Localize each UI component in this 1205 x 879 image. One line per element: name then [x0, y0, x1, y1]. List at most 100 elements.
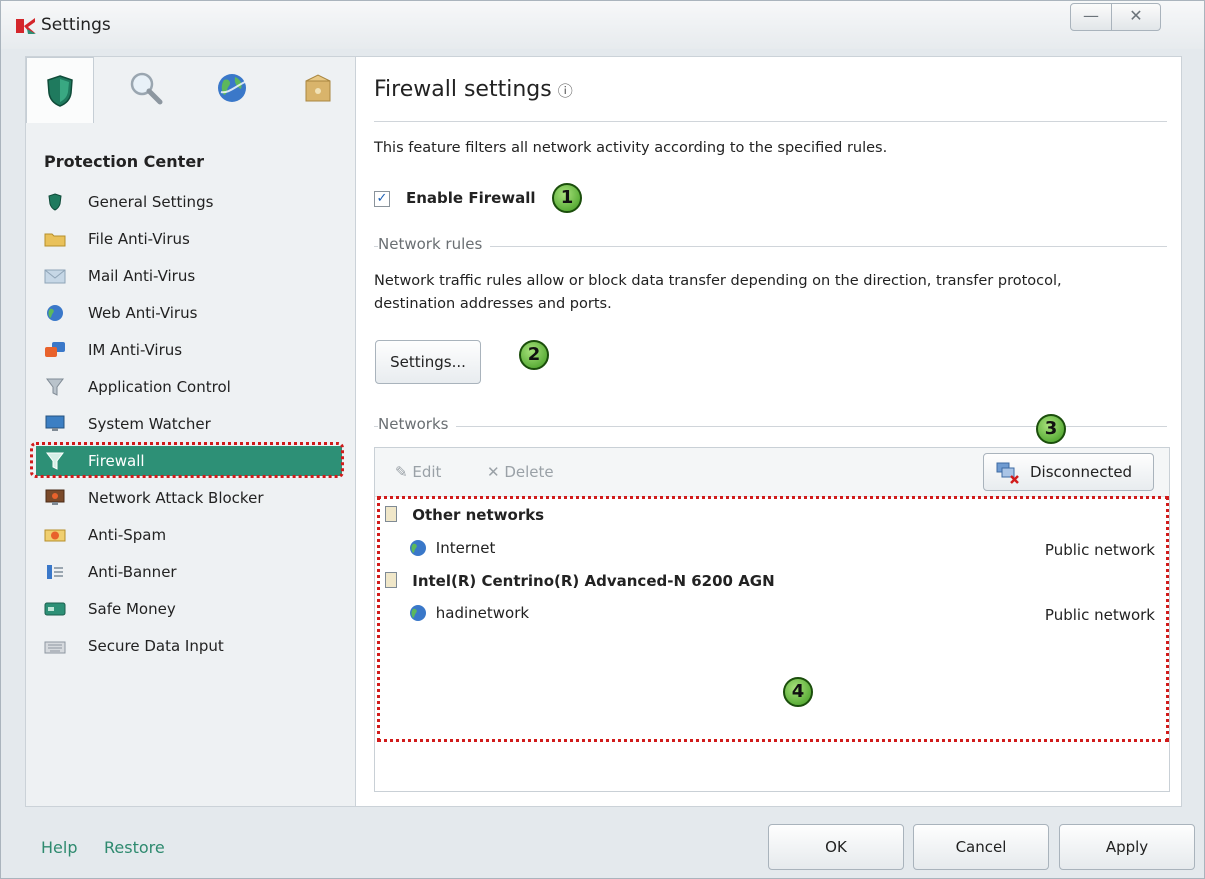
magnifier-icon [130, 72, 163, 105]
sidebar-item-label: Firewall [88, 452, 145, 470]
network-row[interactable]: hadinetwork Public network [385, 604, 1155, 632]
sidebar-item-label: Safe Money [88, 600, 176, 618]
card-icon [44, 602, 66, 616]
sidebar-item-im-anti-virus[interactable]: IM Anti-Virus [36, 335, 342, 365]
sidebar-item-label: IM Anti-Virus [88, 341, 183, 359]
globe-icon [409, 539, 431, 561]
sidebar-item-general-settings[interactable]: General Settings [36, 187, 342, 217]
networks-panel: ✎ Edit ✕ Delete Disconnected Other netwo… [374, 447, 1170, 792]
page-title-text: Firewall settings [374, 77, 552, 102]
minimize-button[interactable]: — [1070, 3, 1112, 31]
cancel-button[interactable]: Cancel [913, 824, 1049, 870]
sidebar: Protection Center General Settings File … [25, 56, 355, 807]
tab-advanced[interactable] [284, 57, 352, 119]
apply-button[interactable]: Apply [1059, 824, 1195, 870]
sidebar-item-label: Application Control [88, 378, 231, 396]
network-rules-settings-button[interactable]: Settings... [375, 340, 481, 384]
funnel-icon [46, 378, 64, 396]
globe-icon [409, 604, 431, 626]
sidebar-item-label: Anti-Spam [88, 526, 167, 544]
kaspersky-logo-icon [16, 18, 36, 34]
close-button[interactable]: ✕ [1111, 3, 1161, 31]
enable-firewall-label[interactable]: Enable Firewall [406, 189, 536, 207]
sidebar-item-network-attack-blocker[interactable]: Network Attack Blocker [36, 483, 342, 513]
sidebar-item-label: Web Anti-Virus [88, 304, 198, 322]
category-tabs [26, 57, 356, 123]
disconnected-button[interactable]: Disconnected [983, 453, 1154, 491]
edit-button[interactable]: ✎ Edit [395, 463, 441, 481]
sidebar-item-firewall[interactable]: Firewall [30, 442, 344, 478]
network-adapter-icon [385, 506, 397, 522]
pencil-icon: ✎ [395, 463, 408, 481]
callout-badge-2: 2 [519, 340, 549, 370]
title-bar: Settings — ✕ [1, 1, 1204, 49]
delete-button[interactable]: ✕ Delete [487, 463, 554, 481]
sidebar-item-file-anti-virus[interactable]: File Anti-Virus [36, 224, 342, 254]
network-name: Internet [435, 539, 496, 557]
section-title: Protection Center [44, 152, 205, 171]
tab-scan[interactable] [112, 57, 180, 119]
delete-label: Delete [504, 463, 554, 481]
tab-update[interactable] [198, 57, 266, 119]
tab-protection[interactable] [26, 57, 94, 123]
sidebar-item-system-watcher[interactable]: System Watcher [36, 409, 342, 439]
network-group-name: Intel(R) Centrino(R) Advanced-N 6200 AGN [412, 572, 775, 590]
enable-firewall-checkbox[interactable]: ✓ [374, 191, 390, 207]
network-group-row[interactable]: Intel(R) Centrino(R) Advanced-N 6200 AGN [385, 572, 1155, 600]
help-link[interactable]: Help [41, 838, 77, 857]
title-divider [374, 121, 1167, 122]
callout-badge-1: 1 [552, 183, 582, 213]
window-title: Settings [41, 15, 111, 35]
monitor-icon [45, 415, 65, 431]
sidebar-item-safe-money[interactable]: Safe Money [36, 594, 342, 624]
ok-button[interactable]: OK [768, 824, 904, 870]
network-name: hadinetwork [435, 604, 530, 622]
network-adapter-icon [385, 572, 397, 588]
sidebar-item-label: Network Attack Blocker [88, 489, 264, 507]
feature-description: This feature filters all network activit… [374, 140, 888, 156]
sidebar-item-label: Anti-Banner [88, 563, 177, 581]
network-type: Public network [1044, 606, 1155, 624]
network-row[interactable]: Internet Public network [385, 539, 1155, 567]
keyboard-icon [44, 641, 66, 654]
envelope-icon [44, 269, 66, 284]
network-rules-description-line1: Network traffic rules allow or block dat… [374, 273, 1062, 289]
sidebar-item-mail-anti-virus[interactable]: Mail Anti-Virus [36, 261, 342, 291]
shield-icon [47, 74, 73, 107]
main-panel: Firewall settings ⓘ This feature filters … [355, 56, 1182, 807]
firewall-highlight-outline [30, 442, 344, 478]
network-group-row[interactable]: Other networks [385, 506, 1155, 534]
sidebar-item-label: General Settings [88, 193, 214, 211]
networks-toolbar: ✎ Edit ✕ Delete Disconnected [375, 448, 1169, 497]
funnel-icon [46, 452, 64, 470]
sidebar-item-label: Mail Anti-Virus [88, 267, 196, 285]
sidebar-item-secure-data-input[interactable]: Secure Data Input [36, 631, 342, 661]
edit-label: Edit [412, 463, 442, 481]
info-icon[interactable]: ⓘ [558, 82, 573, 100]
restore-link[interactable]: Restore [104, 838, 165, 857]
sidebar-item-anti-banner[interactable]: Anti-Banner [36, 557, 342, 587]
sidebar-item-label: Secure Data Input [88, 637, 224, 655]
network-type: Public network [1044, 541, 1155, 559]
network-rules-divider [374, 246, 1167, 247]
delete-icon: ✕ [487, 463, 500, 481]
sidebar-item-application-control[interactable]: Application Control [36, 372, 342, 402]
networks-title: Networks [378, 415, 457, 433]
network-rules-description-line2: destination addresses and ports. [374, 296, 612, 312]
shield-icon [48, 193, 62, 211]
disconnected-label: Disconnected [1030, 463, 1133, 481]
sidebar-item-label: System Watcher [88, 415, 211, 433]
callout-badge-3: 3 [1036, 414, 1066, 444]
settings-window: Settings — ✕ Protection Center General S… [0, 0, 1205, 879]
network-monitor-icon [45, 489, 65, 505]
globe-icon [47, 305, 63, 321]
sidebar-item-web-anti-virus[interactable]: Web Anti-Virus [36, 298, 342, 328]
banner-icon [47, 565, 63, 579]
disconnected-network-icon [996, 462, 1019, 484]
network-group-name: Other networks [412, 506, 545, 524]
globe-icon [218, 74, 246, 102]
page-title: Firewall settings ⓘ [374, 77, 573, 102]
sidebar-item-anti-spam[interactable]: Anti-Spam [36, 520, 342, 550]
network-rules-title: Network rules [378, 235, 491, 253]
box-icon [305, 74, 331, 102]
